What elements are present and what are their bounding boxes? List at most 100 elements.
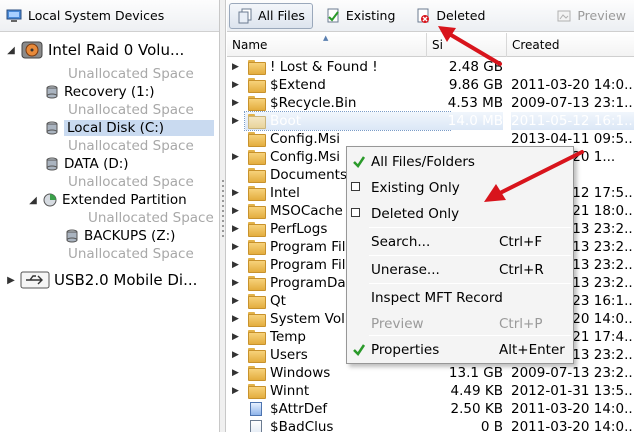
expand-arrow-icon[interactable]: ▶ bbox=[232, 242, 240, 252]
menu-item-inspect-mft-record[interactable]: Inspect MFT Record bbox=[347, 287, 573, 309]
file-name: $Extend bbox=[270, 77, 326, 93]
expand-arrow-icon[interactable]: ▶ bbox=[232, 98, 240, 108]
file-size: 13.1 GB bbox=[448, 365, 503, 381]
expand-arrow-icon[interactable]: ▶ bbox=[232, 62, 240, 72]
expand-arrow-icon[interactable]: ▶ bbox=[232, 80, 240, 90]
tree-node-unallocated[interactable]: Unallocated Space bbox=[88, 210, 214, 226]
menu-separator bbox=[369, 283, 571, 284]
file-row[interactable]: ▶ Boot bbox=[232, 111, 451, 131]
tree-node-backups-z[interactable]: BACKUPS (Z:) bbox=[64, 228, 175, 244]
file-name: ProgramDat bbox=[270, 275, 351, 291]
deleted-button[interactable]: Deleted bbox=[407, 3, 493, 29]
splitter-grip[interactable] bbox=[222, 180, 224, 240]
menu-item-shortcut: Ctrl+R bbox=[499, 262, 544, 278]
tree-node-unallocated[interactable]: Unallocated Space bbox=[68, 102, 194, 118]
expand-arrow-icon[interactable]: ▶ bbox=[232, 260, 240, 270]
menu-item-properties[interactable]: Properties Alt+Enter bbox=[347, 339, 573, 361]
file-created: 2009-07-13 23:1... bbox=[511, 95, 634, 111]
folder-icon bbox=[248, 276, 266, 291]
tree-node-label: Recovery (1:) bbox=[64, 84, 155, 100]
tree-node-extended-partition[interactable]: ◢ Extended Partition bbox=[28, 192, 187, 208]
partition-icon bbox=[46, 157, 58, 171]
file-name: Config.Msi bbox=[270, 149, 341, 165]
preview-icon bbox=[557, 10, 571, 21]
menu-item-unerase[interactable]: Unerase... Ctrl+R bbox=[347, 259, 573, 281]
folder-icon bbox=[248, 294, 266, 309]
expand-arrow-icon[interactable]: ▶ bbox=[232, 332, 240, 342]
menu-item-deleted-only[interactable]: Deleted Only bbox=[347, 203, 573, 225]
pane-splitter[interactable] bbox=[220, 0, 226, 432]
tree-node-unallocated[interactable]: Unallocated Space bbox=[68, 246, 194, 262]
expand-arrow-icon[interactable]: ▶ bbox=[232, 386, 240, 396]
menu-item-preview[interactable]: Preview Ctrl+P bbox=[347, 313, 573, 335]
expand-arrow-icon[interactable]: ▶ bbox=[232, 296, 240, 306]
hard-drive-icon bbox=[21, 41, 43, 59]
tree-node-recovery[interactable]: Recovery (1:) bbox=[44, 84, 155, 100]
expand-arrow-icon[interactable]: ▶ bbox=[232, 188, 240, 198]
tree-node-intel-raid[interactable]: ◢ Intel Raid 0 Volu... bbox=[6, 38, 184, 62]
partition-icon bbox=[66, 229, 78, 243]
expand-arrow-icon[interactable]: ▶ bbox=[232, 206, 240, 216]
folder-icon bbox=[248, 312, 266, 327]
tree-node-unallocated[interactable]: Unallocated Space bbox=[68, 66, 194, 82]
folder-icon bbox=[248, 78, 266, 93]
tree-node-unallocated[interactable]: Unallocated Space bbox=[68, 174, 194, 190]
menu-item-all-files-folders[interactable]: All Files/Folders bbox=[347, 151, 573, 173]
file-created: 2012-01-31 13:5... bbox=[511, 383, 634, 399]
expand-arrow-icon[interactable]: ▶ bbox=[6, 275, 16, 286]
file-name: $AttrDef bbox=[270, 401, 328, 417]
device-tree-title: Local System Devices bbox=[28, 8, 165, 23]
expand-arrow-icon[interactable]: ▶ bbox=[232, 314, 240, 324]
device-tree-header: Local System Devices bbox=[0, 0, 219, 32]
expand-arrow-icon[interactable]: ▶ bbox=[232, 224, 240, 234]
file-size: 14.0 MB bbox=[423, 112, 503, 130]
file-name: Winnt bbox=[270, 383, 310, 399]
usb-drive-icon bbox=[20, 271, 50, 289]
menu-item-label: Unerase... bbox=[371, 262, 440, 278]
extended-partition-icon bbox=[43, 193, 57, 207]
column-header: Name ▲ Si Created bbox=[227, 33, 634, 57]
menu-item-shortcut: Ctrl+P bbox=[499, 316, 543, 332]
all-files-button[interactable]: All Files bbox=[229, 2, 313, 29]
expand-arrow-icon[interactable]: ▶ bbox=[232, 368, 240, 378]
file-size: 4.53 MB bbox=[447, 95, 503, 111]
menu-item-existing-only[interactable]: Existing Only bbox=[347, 177, 573, 199]
expand-arrow-icon[interactable]: ▶ bbox=[232, 278, 240, 288]
menu-separator bbox=[369, 335, 571, 336]
menu-item-search[interactable]: Search... Ctrl+F bbox=[347, 231, 573, 253]
menu-item-label: Preview bbox=[371, 316, 424, 332]
column-created[interactable]: Created bbox=[507, 33, 634, 57]
file-name: PerfLogs bbox=[270, 221, 328, 237]
partition-icon bbox=[46, 121, 58, 135]
folder-icon bbox=[248, 60, 266, 75]
expand-arrow-icon[interactable]: ▶ bbox=[232, 116, 240, 126]
menu-item-shortcut: Ctrl+F bbox=[499, 234, 543, 250]
file-name: $Recycle.Bin bbox=[270, 95, 357, 111]
collapse-arrow-icon[interactable]: ◢ bbox=[6, 45, 16, 56]
preview-button[interactable]: Preview bbox=[548, 3, 634, 29]
tree-node-label: DATA (D:) bbox=[64, 156, 129, 172]
tree-node-unallocated[interactable]: Unallocated Space bbox=[68, 138, 194, 154]
filter-context-menu: All Files/Folders Existing Only Deleted On… bbox=[346, 146, 574, 364]
deleted-label: Deleted bbox=[436, 8, 486, 23]
folder-icon bbox=[248, 186, 266, 201]
file-icon bbox=[248, 402, 262, 416]
menu-item-label: All Files/Folders bbox=[371, 154, 475, 170]
tree-node-usb-drive[interactable]: ▶ USB2.0 Mobile Di... bbox=[6, 270, 197, 290]
existing-button[interactable]: Existing bbox=[317, 3, 404, 29]
folder-icon bbox=[248, 258, 266, 273]
tree-node-data-d[interactable]: DATA (D:) bbox=[44, 156, 129, 172]
file-name: Intel bbox=[270, 185, 300, 201]
tree-node-local-disk-c[interactable]: Local Disk (C:) bbox=[44, 120, 214, 136]
column-size[interactable]: Si bbox=[427, 33, 507, 57]
collapse-arrow-icon[interactable]: ◢ bbox=[28, 195, 38, 206]
expand-arrow-icon[interactable]: ▶ bbox=[232, 350, 240, 360]
sort-ascending-icon: ▲ bbox=[323, 34, 329, 42]
expand-arrow-icon[interactable]: ▶ bbox=[232, 152, 240, 162]
tree-node-label: USB2.0 Mobile Di... bbox=[54, 271, 198, 289]
folder-icon bbox=[248, 168, 266, 183]
file-size: 4.49 KB bbox=[450, 383, 503, 399]
deleted-file-icon bbox=[417, 8, 430, 23]
folder-icon bbox=[248, 348, 266, 363]
folder-icon bbox=[248, 384, 266, 399]
